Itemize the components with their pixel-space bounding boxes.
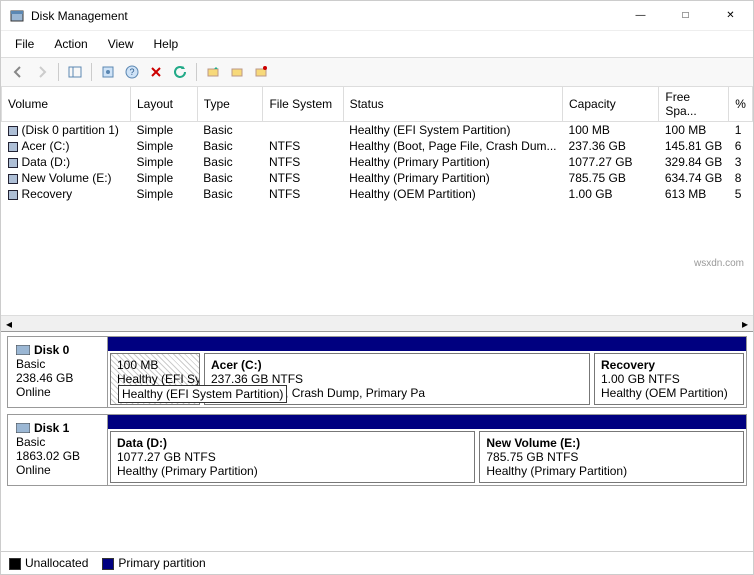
disk-color-bar	[108, 415, 746, 429]
partition-status: Healthy (EFI System Partition)	[117, 372, 193, 386]
partition-name: Data (D:)	[117, 436, 468, 450]
col-status[interactable]: Status	[343, 87, 562, 122]
toolbar: ?	[1, 57, 753, 87]
partition-status: Healthy (Primary Partition)	[117, 464, 468, 478]
detach-vhd-button[interactable]	[250, 61, 272, 83]
svg-text:?: ?	[129, 67, 134, 77]
swatch-unallocated-icon	[9, 558, 21, 570]
menu-view[interactable]: View	[98, 33, 144, 55]
disk-row: Disk 1Basic1863.02 GBOnlineData (D:)1077…	[7, 414, 747, 486]
table-row[interactable]: (Disk 0 partition 1)SimpleBasicHealthy (…	[2, 122, 753, 139]
col-layout[interactable]: Layout	[130, 87, 197, 122]
main-content: Volume Layout Type File System Status Ca…	[1, 87, 753, 551]
volume-icon	[8, 190, 18, 200]
volume-icon	[8, 126, 18, 136]
close-button[interactable]: ✕	[708, 1, 753, 31]
toolbar-separator	[58, 63, 59, 81]
app-icon	[9, 8, 25, 24]
volume-list-pane: Volume Layout Type File System Status Ca…	[1, 87, 753, 332]
partition-name: Acer (C:)	[211, 358, 583, 372]
disk-label[interactable]: Disk 0Basic238.46 GBOnline	[8, 337, 108, 407]
table-row[interactable]: Acer (C:)SimpleBasicNTFSHealthy (Boot, P…	[2, 138, 753, 154]
partition-info: 1.00 GB NTFS	[601, 372, 737, 386]
disk-label[interactable]: Disk 1Basic1863.02 GBOnline	[8, 415, 108, 485]
partition-container: Data (D:)1077.27 GB NTFSHealthy (Primary…	[108, 429, 746, 485]
properties-button[interactable]	[97, 61, 119, 83]
disk-name: Disk 0	[16, 343, 99, 357]
partition-info: 785.75 GB NTFS	[486, 450, 737, 464]
attach-vhd-button[interactable]	[226, 61, 248, 83]
volume-icon	[8, 174, 18, 184]
partition-block[interactable]: Data (D:)1077.27 GB NTFSHealthy (Primary…	[110, 431, 475, 483]
horizontal-scrollbar[interactable]: ◂ ▸	[1, 315, 753, 331]
col-freespace[interactable]: Free Spa...	[659, 87, 729, 122]
toolbar-separator	[196, 63, 197, 81]
scroll-left-icon[interactable]: ◂	[1, 316, 17, 332]
refresh-button[interactable]	[169, 61, 191, 83]
swatch-primary-icon	[102, 558, 114, 570]
col-pct[interactable]: %	[729, 87, 753, 122]
disk-icon	[16, 345, 30, 355]
help-button[interactable]: ?	[121, 61, 143, 83]
menu-file[interactable]: File	[5, 33, 44, 55]
efi-tooltip: Healthy (EFI System Partition)	[118, 385, 287, 403]
disk-size: 1863.02 GB	[16, 449, 99, 463]
delete-button[interactable]	[145, 61, 167, 83]
toolbar-separator	[91, 63, 92, 81]
rescan-button[interactable]	[202, 61, 224, 83]
disk-body: Data (D:)1077.27 GB NTFSHealthy (Primary…	[108, 415, 746, 485]
partition-info: 100 MB	[117, 358, 193, 372]
scroll-right-icon[interactable]: ▸	[737, 316, 753, 332]
disk-size: 238.46 GB	[16, 371, 99, 385]
partition-info: 1077.27 GB NTFS	[117, 450, 468, 464]
partition-block[interactable]: New Volume (E:)785.75 GB NTFSHealthy (Pr…	[479, 431, 744, 483]
partition-status: Healthy (OEM Partition)	[601, 386, 737, 400]
disk-type: Basic	[16, 357, 99, 371]
legend-unallocated: Unallocated	[9, 556, 88, 570]
window-controls: — □ ✕	[618, 1, 753, 31]
disk-graphical-pane: Disk 0Basic238.46 GBOnline100 MBHealthy …	[1, 332, 753, 551]
partition-name: New Volume (E:)	[486, 436, 737, 450]
disk-type: Basic	[16, 435, 99, 449]
disk-status: Online	[16, 463, 99, 477]
disk-status: Online	[16, 385, 99, 399]
col-capacity[interactable]: Capacity	[563, 87, 659, 122]
table-row[interactable]: RecoverySimpleBasicNTFSHealthy (OEM Part…	[2, 186, 753, 202]
table-row[interactable]: New Volume (E:)SimpleBasicNTFSHealthy (P…	[2, 170, 753, 186]
volume-table: Volume Layout Type File System Status Ca…	[1, 87, 753, 202]
disk-name: Disk 1	[16, 421, 99, 435]
maximize-button[interactable]: □	[663, 1, 708, 31]
legend-primary: Primary partition	[102, 556, 205, 570]
window-title: Disk Management	[31, 9, 618, 23]
legend-bar: Unallocated Primary partition	[1, 551, 753, 574]
titlebar: Disk Management — □ ✕	[1, 1, 753, 31]
forward-button[interactable]	[31, 61, 53, 83]
menu-action[interactable]: Action	[44, 33, 97, 55]
watermark: wsxdn.com	[694, 258, 744, 269]
partition-info: 237.36 GB NTFS	[211, 372, 583, 386]
partition-status: Healthy (Primary Partition)	[486, 464, 737, 478]
back-button[interactable]	[7, 61, 29, 83]
volume-table-header: Volume Layout Type File System Status Ca…	[2, 87, 753, 122]
disk-icon	[16, 423, 30, 433]
col-type[interactable]: Type	[197, 87, 263, 122]
volume-icon	[8, 142, 18, 152]
show-hide-console-button[interactable]	[64, 61, 86, 83]
minimize-button[interactable]: —	[618, 1, 663, 31]
table-row[interactable]: Data (D:)SimpleBasicNTFSHealthy (Primary…	[2, 154, 753, 170]
menubar: File Action View Help	[1, 31, 753, 57]
disk-color-bar	[108, 337, 746, 351]
partition-block[interactable]: Recovery1.00 GB NTFSHealthy (OEM Partiti…	[594, 353, 744, 405]
col-filesystem[interactable]: File System	[263, 87, 343, 122]
partition-name: Recovery	[601, 358, 737, 372]
volume-icon	[8, 158, 18, 168]
col-volume[interactable]: Volume	[2, 87, 131, 122]
menu-help[interactable]: Help	[144, 33, 189, 55]
